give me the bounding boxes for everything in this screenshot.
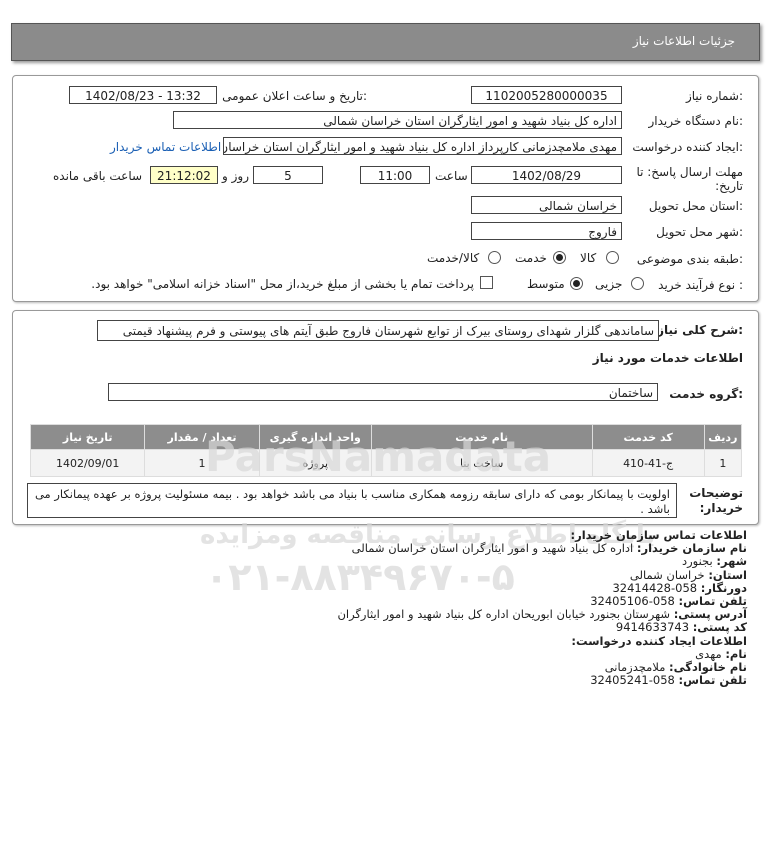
process-motavasset-radio[interactable] — [570, 277, 583, 290]
category-kala-radio[interactable] — [606, 251, 619, 264]
description-field[interactable]: ساماندهی گلزار شهدای روستای بیرک از تواب… — [97, 320, 659, 341]
th-row-number: ردیف — [703, 424, 743, 450]
remaining-time-field: 21:12:02 — [150, 166, 218, 184]
days-field[interactable]: 5 — [253, 166, 323, 184]
creator-field[interactable]: مهدی ملامچدزمانی کارپرداز اداره کل بنیاد… — [223, 137, 622, 155]
category-khedmat-radio[interactable] — [553, 251, 566, 264]
service-group-label: گروه خدمت: — [669, 387, 743, 401]
category-kala-khedmat-label: کالا/خدمت — [427, 251, 480, 265]
buyer-contact-block: اطلاعات تماس سازمان خریدار: نام سازمان خ… — [47, 528, 747, 688]
services-title: اطلاعات خدمات مورد نیاز — [592, 351, 743, 365]
process-motavasset-label: متوسط — [527, 277, 565, 291]
th-service-code: کد خدمت — [591, 424, 705, 450]
province-field[interactable]: خراسان شمالی — [471, 196, 622, 214]
creator-phone-row: تلفن تماس: 058-32405241 — [590, 673, 747, 688]
cell-service-name: ساخت بنا — [370, 449, 593, 477]
announce-field[interactable]: 1402/08/23 - 13:32 — [69, 86, 217, 104]
province-label: استان محل تحویل: — [648, 199, 743, 213]
cell-row-number: 1 — [703, 449, 743, 477]
items-table: ردیف کد خدمت نام خدمت واحد اندازه گیری ت… — [29, 424, 743, 477]
th-need-date: تاریخ نیاز — [29, 424, 146, 450]
page-title: جزئیات اطلاعات نیاز — [632, 34, 735, 48]
deadline-time-field[interactable]: 11:00 — [360, 166, 430, 184]
need-number-field[interactable]: 1102005280000035 — [471, 86, 622, 104]
remaining-label: ساعت باقی مانده — [53, 169, 143, 183]
cell-unit: پروژه — [258, 449, 372, 477]
table-header-row: ردیف کد خدمت نام خدمت واحد اندازه گیری ت… — [29, 424, 743, 450]
buyer-org-row: نام سازمان خریدار: اداره کل بنیاد شهید و… — [351, 541, 747, 556]
table-row[interactable]: 1 ج-41-410 ساخت بنا پروژه 1 1402/09/01 — [29, 449, 743, 477]
time-label: ساعت — [435, 169, 468, 183]
creator-contact-title: اطلاعات ایجاد کننده درخواست: — [571, 633, 747, 648]
category-kala-label: کالا — [580, 251, 597, 265]
notes-box: اولویت با پیمانکار بومی که دارای سابقه ر… — [27, 483, 677, 518]
treasury-payment-checkbox[interactable] — [480, 276, 493, 289]
category-khedmat-label: خدمت — [515, 251, 547, 265]
th-unit: واحد اندازه گیری — [258, 424, 372, 450]
creator-label: ایجاد کننده درخواست: — [632, 140, 743, 154]
city-field[interactable]: فاروج — [471, 222, 622, 240]
city-label: شهر محل تحویل: — [656, 225, 743, 239]
deadline-label: مهلت ارسال پاسخ: تا تاریخ: — [636, 165, 743, 193]
need-number-label: شماره نیاز: — [685, 89, 743, 103]
category-kala-khedmat-radio[interactable] — [488, 251, 501, 264]
announce-label: تاریخ و ساعت اعلان عمومی: — [222, 89, 367, 103]
process-label: نوع فرآیند خرید : — [658, 278, 743, 292]
category-label: طبقه بندی موضوعی: — [636, 252, 743, 266]
buyer-label: نام دستگاه خریدار: — [648, 114, 744, 128]
deadline-date-field[interactable]: 1402/08/29 — [471, 166, 622, 184]
cell-service-code: ج-41-410 — [591, 449, 705, 477]
description-label: شرح کلی نیاز: — [657, 323, 743, 337]
header-bar: جزئیات اطلاعات نیاز — [11, 23, 760, 61]
cell-need-date: 1402/09/01 — [29, 449, 146, 477]
th-service-name: نام خدمت — [370, 424, 593, 450]
service-group-field[interactable]: ساختمان — [108, 383, 658, 401]
th-quantity: تعداد / مقدار — [144, 424, 260, 450]
treasury-payment-text: پرداخت تمام یا بخشی از مبلغ خرید،از محل … — [91, 277, 474, 291]
buyer-field[interactable]: اداره کل بنیاد شهید و امور ایثارگران است… — [173, 111, 622, 129]
notes-label: توضیحات خریدار: — [689, 486, 743, 515]
cell-quantity: 1 — [144, 449, 260, 477]
process-jozi-radio[interactable] — [631, 277, 644, 290]
days-label: روز و — [222, 169, 249, 183]
process-jozi-label: جزیی — [595, 277, 623, 291]
buyer-contact-link[interactable]: اطلاعات تماس خریدار — [110, 140, 221, 154]
